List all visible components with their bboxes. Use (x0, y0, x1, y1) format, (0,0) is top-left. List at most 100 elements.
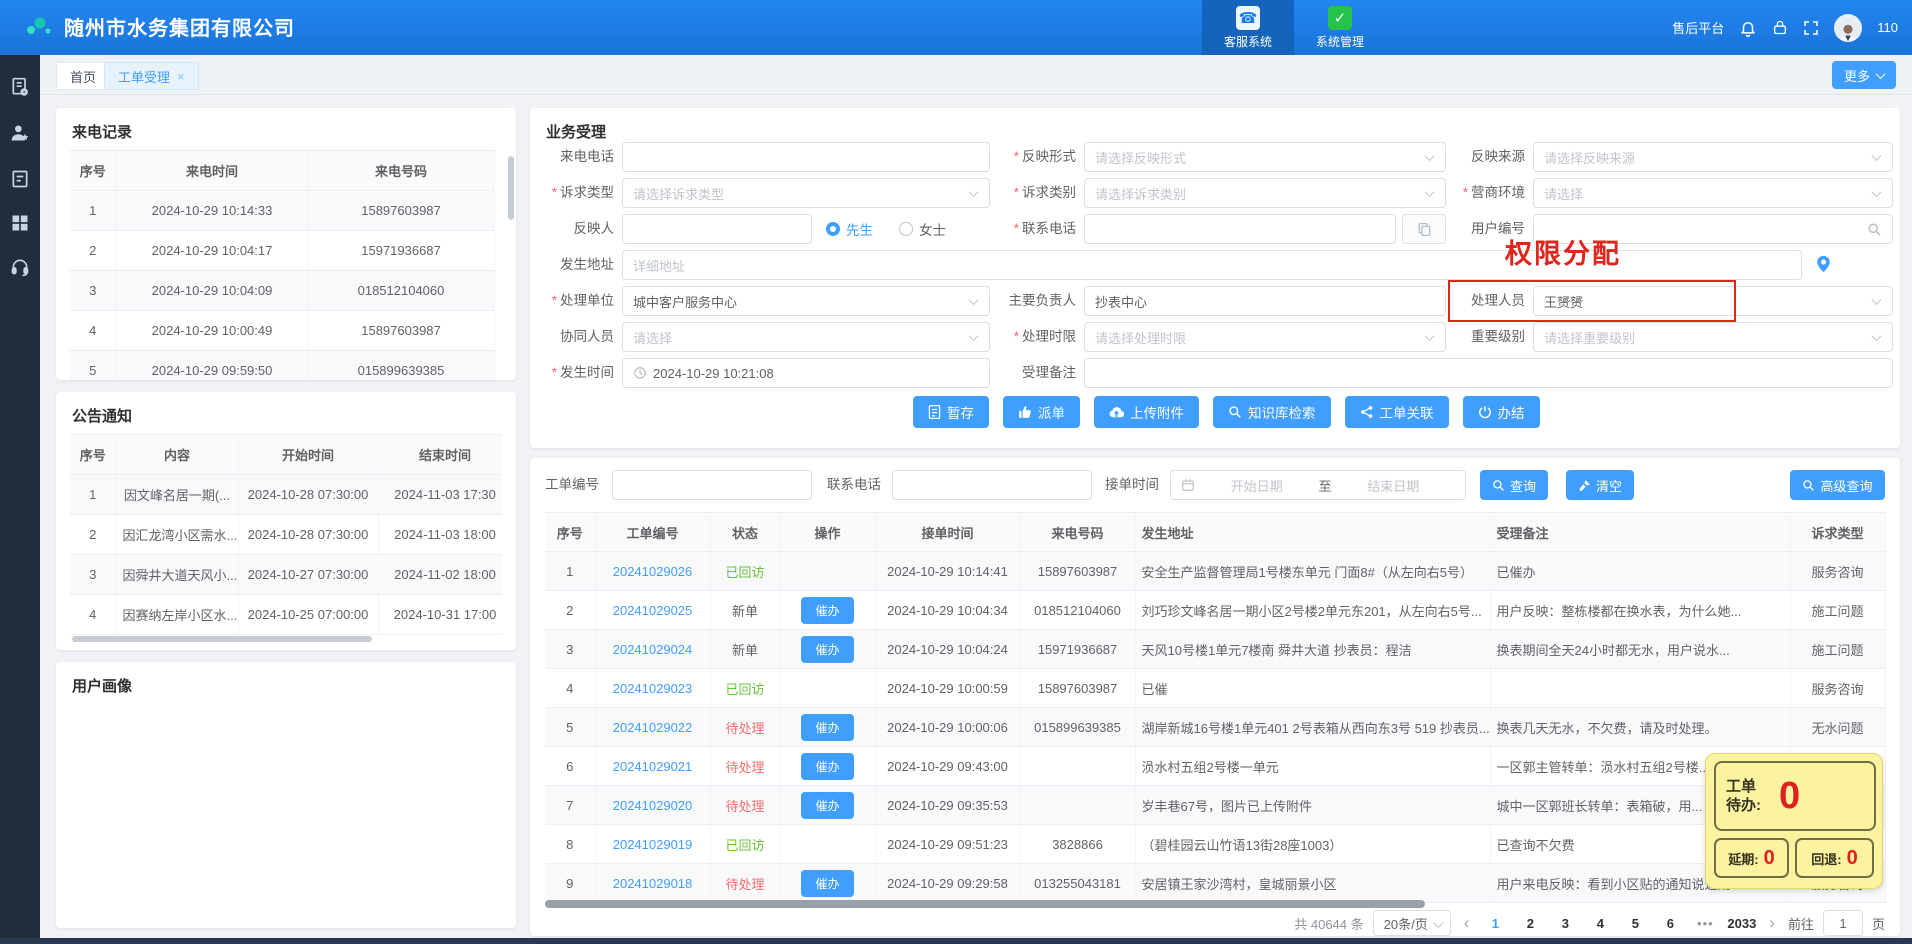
order-no-link[interactable]: 20241029025 (613, 603, 693, 618)
dispatch-button[interactable]: 派单 (1003, 396, 1080, 428)
close-icon[interactable]: × (177, 69, 185, 84)
lock-icon[interactable] (1772, 19, 1788, 36)
page-button[interactable]: 4 (1587, 910, 1613, 936)
select-handle-limit[interactable]: 请选择处理时限 (1084, 322, 1446, 352)
order-no-link[interactable]: 20241029020 (613, 798, 693, 813)
search-icon[interactable] (1867, 222, 1882, 237)
vertical-scrollbar[interactable] (508, 156, 514, 220)
todo-widget[interactable]: 工单待办: 0 延期:0 回退:0 (1705, 753, 1883, 889)
urge-button[interactable]: 催办 (801, 870, 853, 897)
page-button[interactable]: 6 (1657, 910, 1683, 936)
radio-female[interactable]: 女士 (899, 219, 946, 239)
save-draft-button[interactable]: 暂存 (913, 396, 989, 428)
query-button[interactable]: 查询 (1480, 470, 1548, 500)
nav-item-customer-service[interactable]: ☎ 客服系统 (1202, 0, 1294, 55)
after-sales-platform-link[interactable]: 售后平台 (1672, 18, 1724, 37)
order-row[interactable]: 8 20241029019 已回访 2024-10-29 09:51:23 38… (545, 825, 1885, 864)
select-reflect-form[interactable]: 请选择反映形式 (1084, 142, 1446, 172)
avatar[interactable] (1834, 14, 1862, 42)
select-reflect-source[interactable]: 请选择反映来源 (1533, 142, 1893, 172)
order-row[interactable]: 1 20241029026 已回访 2024-10-29 10:14:41 15… (545, 552, 1885, 591)
goto-page-input[interactable] (1823, 910, 1863, 936)
location-icon[interactable] (1816, 255, 1831, 273)
finish-button[interactable]: 办结 (1463, 396, 1540, 428)
page-button[interactable]: 1 (1482, 910, 1508, 936)
select-handle-unit[interactable]: 城中客户服务中心 (622, 286, 990, 316)
order-no-link[interactable]: 20241029023 (613, 681, 693, 696)
select-co-worker[interactable]: 请选择 (622, 322, 990, 352)
order-row[interactable]: 5 20241029022 待处理 催办 2024-10-29 10:00:06… (545, 708, 1885, 747)
headset-icon[interactable] (10, 257, 30, 277)
order-link-button[interactable]: 工单关联 (1345, 396, 1449, 428)
input-remark[interactable] (1084, 358, 1893, 388)
order-no-link[interactable]: 20241029018 (613, 876, 693, 891)
rollback-box[interactable]: 回退:0 (1795, 838, 1874, 878)
next-page-button[interactable]: › (1765, 913, 1779, 933)
page-size-select[interactable]: 20条/页 (1373, 910, 1451, 936)
select-business-env[interactable]: 请选择 (1533, 178, 1893, 208)
delay-box[interactable]: 延期:0 (1714, 838, 1789, 878)
radio-male[interactable]: 先生 (826, 219, 873, 239)
user-star-icon[interactable] (10, 123, 30, 143)
table-row[interactable]: 12024-10-29 10:14:3315897603987 (70, 191, 494, 231)
order-row[interactable]: 7 20241029020 待处理 催办 2024-10-29 09:35:53… (545, 786, 1885, 825)
prev-page-button[interactable]: ‹ (1460, 913, 1474, 933)
order-no-link[interactable]: 20241029024 (613, 642, 693, 657)
document-icon[interactable] (10, 169, 30, 189)
urge-button[interactable]: 催办 (801, 597, 853, 624)
input-caller-phone[interactable] (622, 142, 990, 172)
order-no-link[interactable]: 20241029026 (613, 564, 693, 579)
page-button[interactable]: 3 (1552, 910, 1578, 936)
input-contact-phone[interactable] (1084, 214, 1396, 244)
fullscreen-icon[interactable] (1803, 20, 1819, 36)
order-row[interactable]: 3 20241029024 新单 催办 2024-10-29 10:04:24 … (545, 630, 1885, 669)
kb-search-button[interactable]: 知识库检索 (1213, 396, 1331, 428)
filter-order-no-input[interactable] (612, 470, 812, 500)
select-appeal-type[interactable]: 请选择诉求类型 (622, 178, 990, 208)
table-row[interactable]: 32024-10-29 10:04:09018512104060 (70, 271, 494, 311)
page-button[interactable]: 2033 (1727, 910, 1756, 936)
table-row[interactable]: 3因舜井大道天风小...2024-10-27 07:30:002024-11-0… (70, 555, 502, 595)
horizontal-scrollbar[interactable] (72, 636, 372, 642)
table-row[interactable]: 22024-10-29 10:04:1715971936687 (70, 231, 494, 271)
filter-phone-input[interactable] (892, 470, 1092, 500)
page-button[interactable]: 2 (1517, 910, 1543, 936)
page-button[interactable]: 5 (1622, 910, 1648, 936)
horizontal-scrollbar[interactable] (545, 900, 1425, 908)
clear-button[interactable]: 清空 (1566, 470, 1634, 500)
table-row[interactable]: 1因文峰名居一期(...2024-10-28 07:30:002024-11-0… (70, 475, 502, 515)
select-appeal-category[interactable]: 请选择诉求类别 (1084, 178, 1446, 208)
more-button[interactable]: 更多 (1832, 61, 1896, 89)
advanced-query-button[interactable]: 高级查询 (1790, 470, 1885, 500)
order-row[interactable]: 2 20241029025 新单 催办 2024-10-29 10:04:34 … (545, 591, 1885, 630)
tab-work-order[interactable]: 工单受理 × (104, 62, 199, 90)
doc-gear-icon[interactable] (10, 77, 30, 97)
order-no-link[interactable]: 20241029019 (613, 837, 693, 852)
date-range-picker[interactable]: 开始日期 至 结束日期 (1170, 470, 1466, 500)
table-row[interactable]: 52024-10-29 09:59:50015899639385 (70, 351, 494, 381)
grid-icon[interactable] (10, 213, 30, 233)
table-row[interactable]: 2因汇龙湾小区需水...2024-10-28 07:30:002024-11-0… (70, 515, 502, 555)
bell-icon[interactable] (1739, 19, 1757, 37)
urge-button[interactable]: 催办 (801, 636, 853, 663)
page-button[interactable]: ••• (1692, 910, 1718, 936)
order-no-link[interactable]: 20241029022 (613, 720, 693, 735)
table-row[interactable]: 4因赛纳左岸小区水...2024-10-25 07:00:002024-10-3… (70, 595, 502, 635)
upload-button[interactable]: 上传附件 (1094, 396, 1199, 428)
select-importance[interactable]: 请选择重要级别 (1533, 322, 1893, 352)
select-handler[interactable]: 王赟赟 (1533, 286, 1893, 316)
input-occur-time[interactable]: 2024-10-29 10:21:08 (622, 358, 990, 388)
table-row[interactable]: 42024-10-29 10:00:4915897603987 (70, 311, 494, 351)
urge-button[interactable]: 催办 (801, 714, 853, 741)
input-main-principal[interactable]: 抄表中心 (1084, 286, 1446, 316)
order-no-link[interactable]: 20241029021 (613, 759, 693, 774)
order-row[interactable]: 9 20241029018 待处理 催办 2024-10-29 09:29:58… (545, 864, 1885, 903)
input-reporter-name[interactable] (622, 214, 812, 244)
tab-home[interactable]: 首页 (56, 62, 110, 90)
order-row[interactable]: 6 20241029021 待处理 催办 2024-10-29 09:43:00… (545, 747, 1885, 786)
nav-item-system-management[interactable]: ✓ 系统管理 (1294, 0, 1386, 55)
order-row[interactable]: 4 20241029023 已回访 2024-10-29 10:00:59 15… (545, 669, 1885, 708)
input-address[interactable]: 详细地址 (622, 250, 1802, 280)
urge-button[interactable]: 催办 (801, 753, 853, 780)
urge-button[interactable]: 催办 (801, 792, 853, 819)
